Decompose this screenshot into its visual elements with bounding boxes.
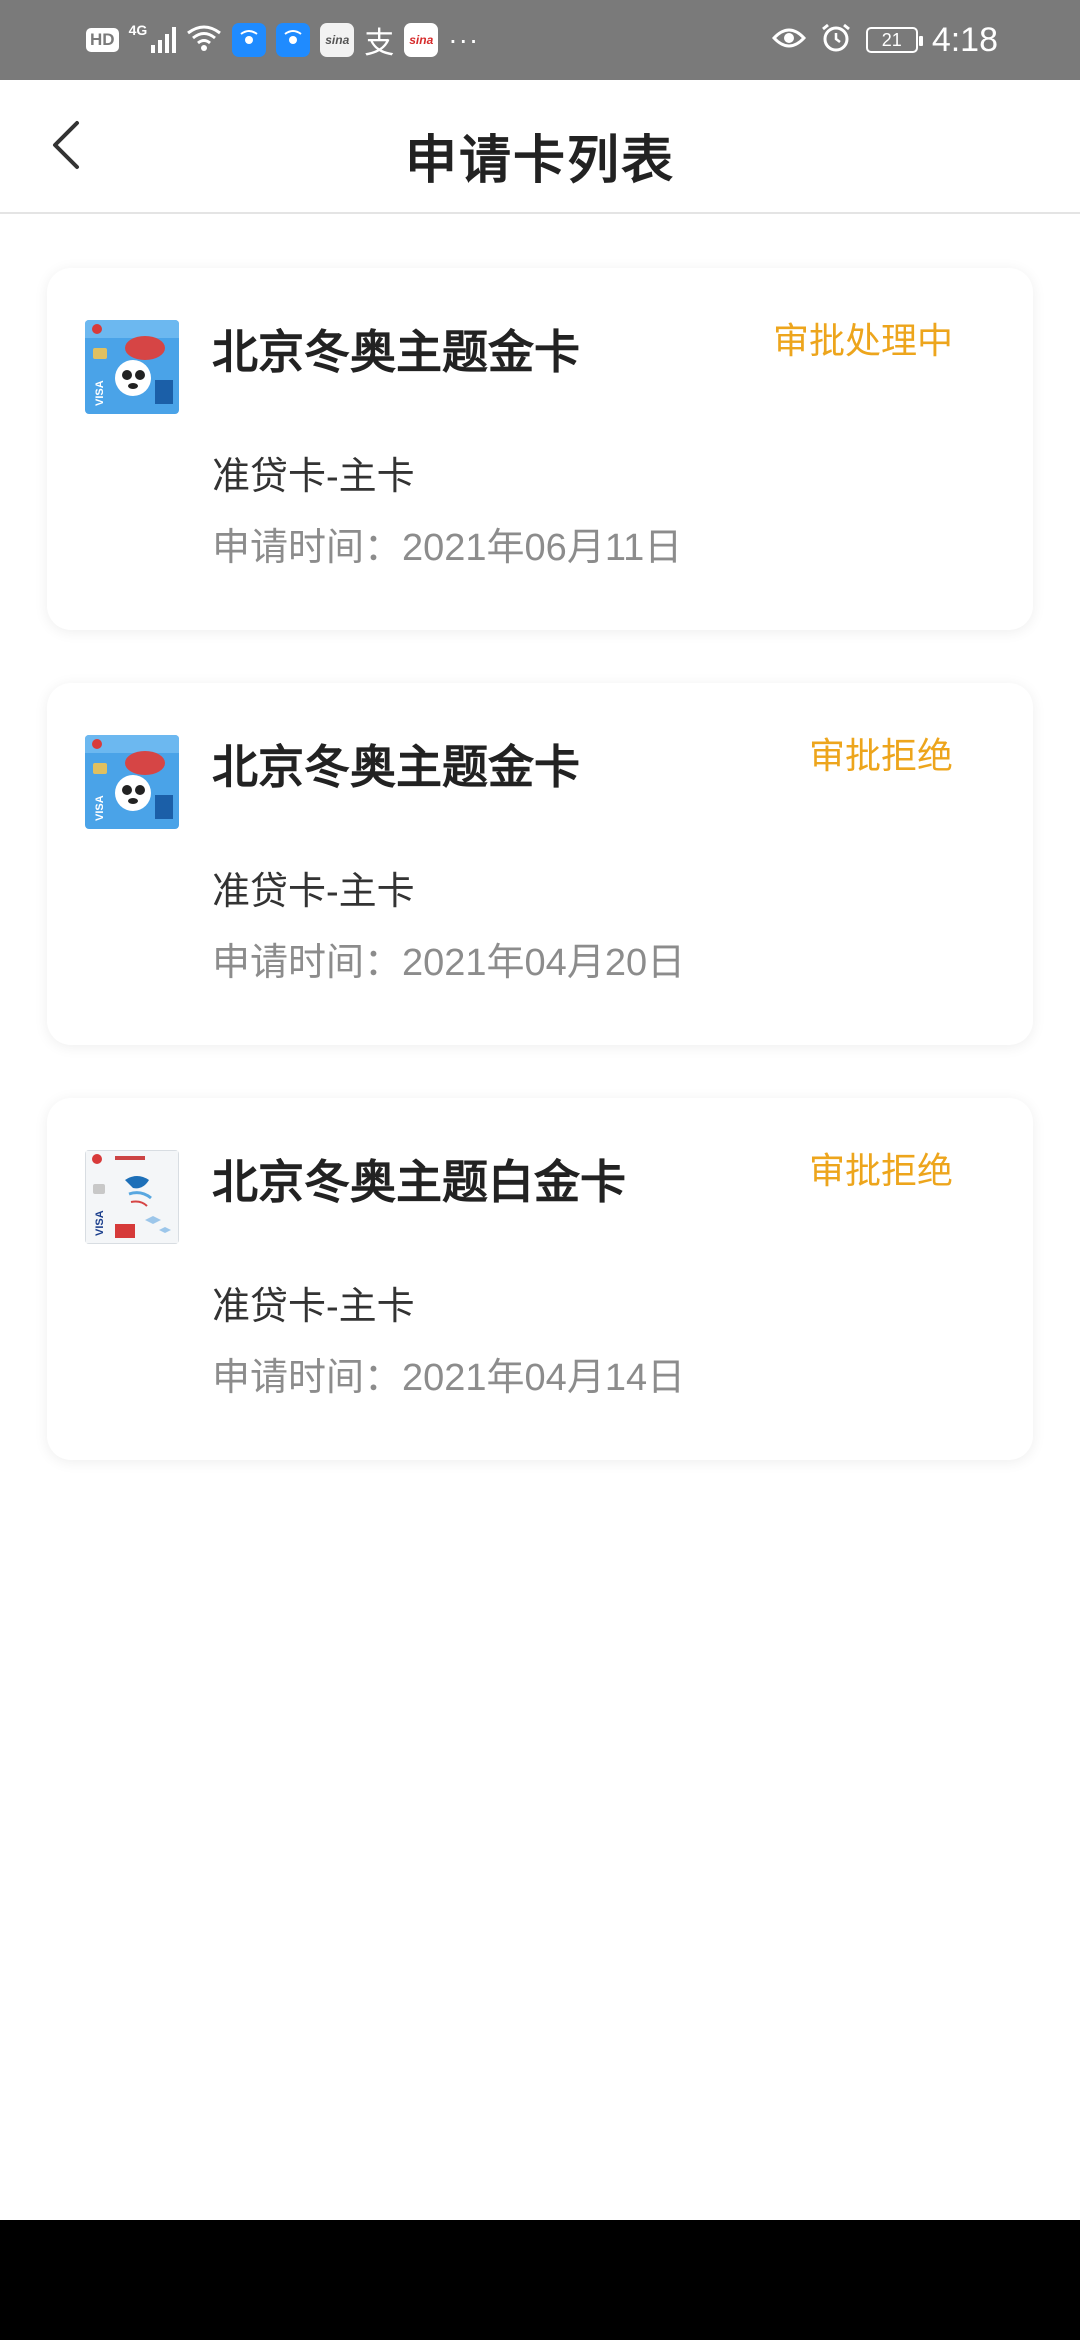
application-card[interactable]: VISA 北京冬奥主题金卡 审批处理中 准贷卡-主卡 申请时间：2021年06月… (47, 268, 1033, 630)
eye-icon (771, 26, 806, 55)
alarm-icon (820, 22, 852, 59)
card-name: 北京冬奥主题金卡 (212, 741, 580, 793)
card-name: 北京冬奥主题白金卡 (212, 1156, 626, 1208)
card-name: 北京冬奥主题金卡 (212, 326, 580, 378)
svg-text:VISA: VISA (94, 380, 106, 406)
card-type: 准贷卡-主卡 (212, 871, 415, 913)
hd-badge: HD (86, 28, 119, 52)
date-value: 2021年04月20日 (402, 942, 686, 984)
application-date: 申请时间：2021年04月14日 (212, 1353, 685, 1403)
svg-text:VISA: VISA (94, 1210, 106, 1236)
wifi-assist-icon-2 (276, 23, 311, 57)
application-card-list: VISA 北京冬奥主题金卡 审批处理中 准贷卡-主卡 申请时间：2021年06月… (47, 268, 1033, 1513)
status-badge: 审批拒绝 (808, 1150, 953, 1191)
wifi-assist-icon (232, 23, 267, 57)
page-title: 申请卡列表 (404, 132, 675, 190)
svg-text:VISA: VISA (94, 795, 106, 821)
status-badge: 审批处理中 (772, 320, 953, 361)
card-type: 准贷卡-主卡 (212, 1286, 415, 1328)
date-label: 申请时间： (212, 527, 403, 569)
battery-icon: 21 (865, 27, 923, 53)
sina-news-icon: sina (404, 23, 439, 57)
date-label: 申请时间： (212, 942, 403, 984)
card-thumbnail: VISA (85, 735, 179, 829)
alipay-icon: 支 (364, 27, 395, 60)
status-bar-left: HD 4G sina 支 sina ··· (86, 18, 479, 62)
sina-icon: sina (320, 23, 355, 57)
date-label: 申请时间： (212, 1357, 403, 1399)
signal-icon (151, 27, 177, 53)
application-date: 申请时间：2021年06月11日 (212, 523, 682, 573)
application-card[interactable]: VISA 北京冬奥主题金卡 审批拒绝 准贷卡-主卡 申请时间：2021年04月2… (47, 683, 1033, 1045)
wifi-icon (186, 24, 222, 57)
application-card[interactable]: VISA 北京冬奥主题白金卡 审批拒绝 准贷卡-主卡 申请时间：2021年04月… (47, 1098, 1033, 1460)
system-navigation-bar (0, 2220, 1080, 2340)
date-value: 2021年06月11日 (402, 527, 683, 569)
status-badge: 审批拒绝 (808, 735, 953, 776)
card-thumbnail: VISA (85, 320, 179, 414)
application-date: 申请时间：2021年04月20日 (212, 938, 685, 988)
network-type: 4G (128, 22, 148, 38)
status-time: 4:18 (931, 20, 998, 59)
app-header: 申请卡列表 (0, 80, 1080, 214)
status-bar-right: 21 4:18 (771, 18, 998, 62)
card-thumbnail: VISA (85, 1150, 179, 1244)
date-value: 2021年04月14日 (402, 1357, 686, 1399)
status-bar: HD 4G sina 支 sina ··· 21 4:18 (0, 0, 1080, 80)
more-notifications-icon: ··· (448, 24, 480, 55)
card-type: 准贷卡-主卡 (212, 456, 415, 498)
